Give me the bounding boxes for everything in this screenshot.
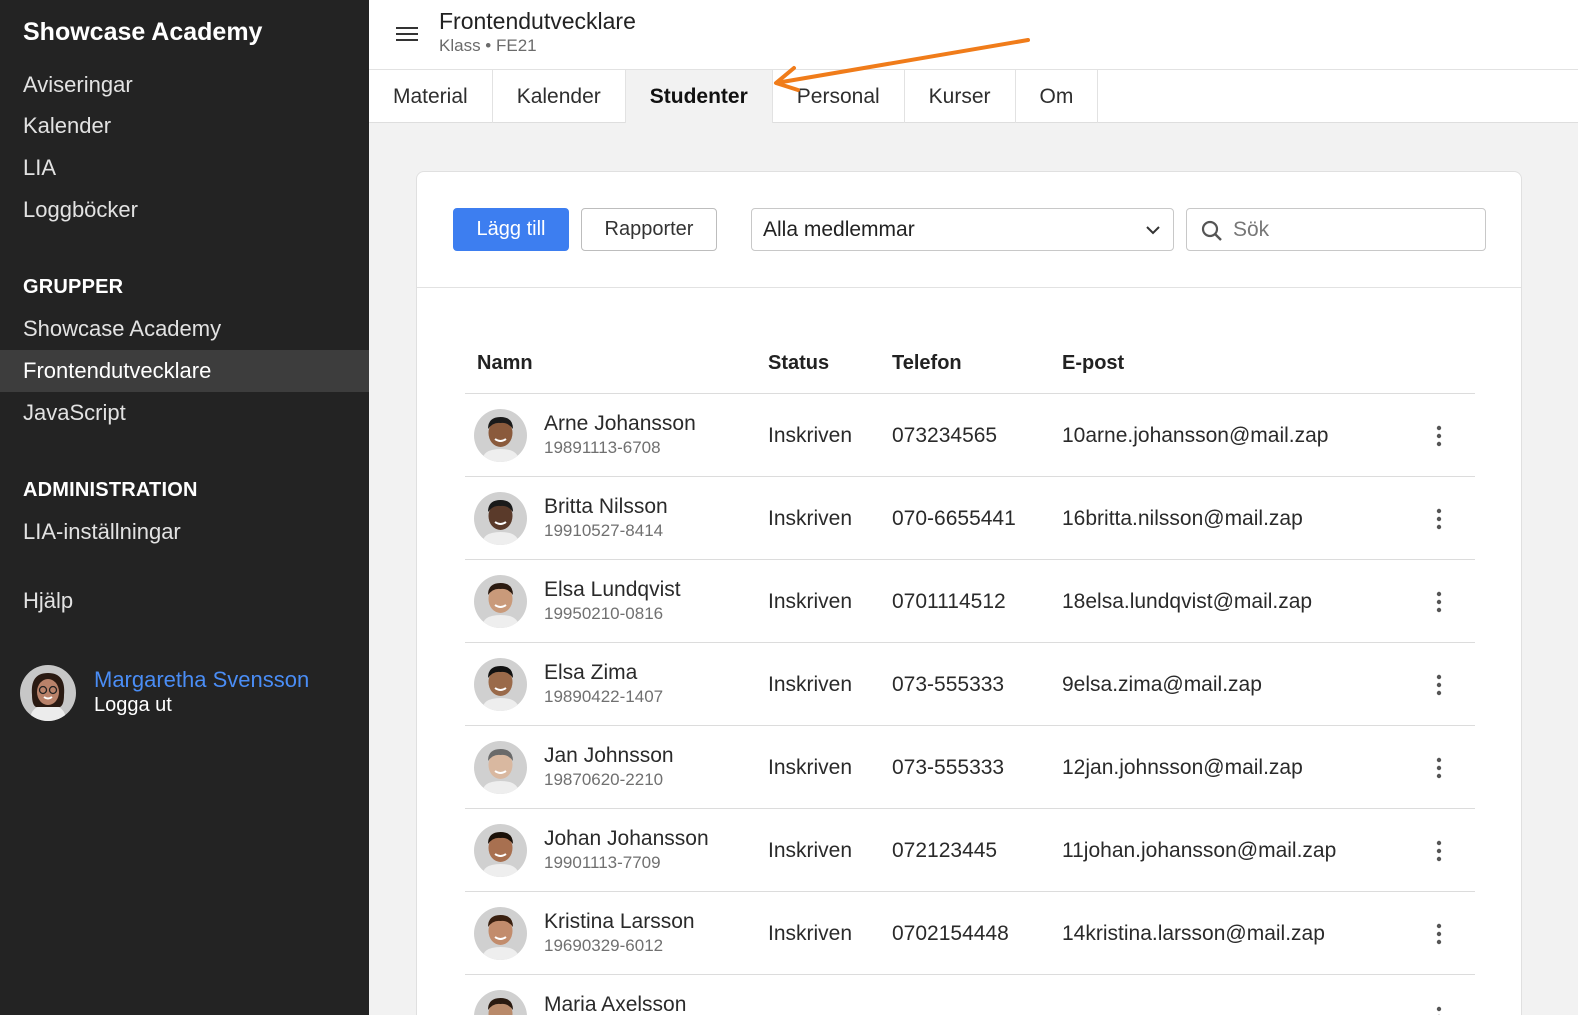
table-row[interactable]: Elsa Zima 19890422-1407 Inskriven 073-55533… [465,643,1475,726]
administration-heading: ADMINISTRATION [23,479,198,501]
student-phone: 0701114512 [892,590,1006,613]
sidebar-item-kalender[interactable]: Kalender [0,105,369,147]
menu-icon[interactable] [395,24,419,44]
breadcrumb: Klass • FE21 [439,36,537,55]
more-options-icon[interactable] [1429,424,1449,448]
table-row[interactable]: Maria Axelsson [465,975,1475,1015]
student-name[interactable]: Jan Johnsson [544,744,674,768]
logout-link[interactable]: Logga ut [94,694,172,717]
sidebar-item-lia[interactable]: LIA [0,147,369,189]
sidebar-item-help[interactable]: Hjälp [0,580,369,622]
search-input[interactable] [1233,210,1481,249]
student-personal-number: 19901113-7709 [544,853,661,872]
avatar[interactable] [474,658,527,711]
more-options-icon[interactable] [1429,673,1449,697]
tab-studenter[interactable]: Studenter [625,70,773,123]
student-email[interactable]: 11johan.johansson@mail.zap [1062,839,1336,863]
table-row[interactable]: Elsa Lundqvist 19950210-0816 Inskriven 0701… [465,560,1475,643]
student-phone: 0702154448 [892,922,1009,945]
student-phone: 072123445 [892,839,998,862]
tab-kalender[interactable]: Kalender [493,70,626,123]
sidebar-item-lia-installningar[interactable]: LIA-inställningar [0,511,369,553]
table-row[interactable]: Kristina Larsson 19690329-6012 Inskriven 07… [465,892,1475,975]
student-personal-number: 19950210-0816 [544,604,664,623]
student-personal-number: 19890422-1407 [544,687,664,706]
student-personal-number: 19910527-8414 [544,521,664,540]
student-email[interactable]: 12jan.johnsson@mail.zap [1062,756,1303,780]
student-status: Inskriven [768,922,853,945]
student-name[interactable]: Britta Nilsson [544,495,668,519]
table-row[interactable]: Arne Johansson 19891113-6708 Inskriven 0732… [465,394,1475,477]
student-status: Inskriven [768,507,853,530]
student-name[interactable]: Arne Johansson [544,412,696,436]
student-phone: 070-6655441 [892,507,1016,530]
reports-button[interactable]: Rapporter [581,208,717,251]
student-status: Inskriven [768,424,853,447]
student-status: Inskriven [768,756,853,779]
student-email[interactable]: 16britta.nilsson@mail.zap [1062,507,1303,531]
sidebar-item-showcase-academy[interactable]: Showcase Academy [0,308,369,350]
student-email[interactable]: 9elsa.zima@mail.zap [1062,673,1262,697]
sidebar-item-loggbocker[interactable]: Loggböcker [0,189,369,231]
student-status: Inskriven [768,590,853,613]
user-name-link[interactable]: Margaretha Svensson [94,667,309,693]
student-name[interactable]: Kristina Larsson [544,910,695,934]
student-phone: 073-555333 [892,673,1005,696]
table-row[interactable]: Jan Johnsson 19870620-2210 Inskriven 073-55… [465,726,1475,809]
add-button[interactable]: Lägg till [453,208,569,251]
student-phone: 073-555333 [892,756,1005,779]
student-personal-number: 19870620-2210 [544,770,664,789]
sidebar-item-frontendutvecklare[interactable]: Frontendutvecklare [0,350,369,392]
column-header-name[interactable]: Namn [477,352,533,375]
page-title: Frontendutvecklare [439,8,636,34]
student-name[interactable]: Elsa Lundqvist [544,578,681,602]
sidebar-item-javascript[interactable]: JavaScript [0,392,369,434]
avatar[interactable] [20,665,76,721]
avatar[interactable] [474,575,527,628]
students-card: Lägg till Rapporter Alla medlemmar Namn … [416,171,1522,1015]
groups-heading: GRUPPER [23,276,124,298]
avatar[interactable] [474,409,527,462]
more-options-icon[interactable] [1429,839,1449,863]
sidebar-item-aviseringar[interactable]: Aviseringar [0,64,369,106]
avatar[interactable] [474,741,527,794]
avatar[interactable] [474,824,527,877]
sidebar: Showcase Academy Aviseringar Kalender LI… [0,0,369,1015]
brand-title[interactable]: Showcase Academy [23,18,262,47]
more-options-icon[interactable] [1429,922,1449,946]
search-box [1186,208,1486,251]
student-email[interactable]: 14kristina.larsson@mail.zap [1062,922,1325,946]
member-filter-select[interactable]: Alla medlemmar [751,208,1174,251]
chevron-down-icon [1145,223,1161,235]
student-phone: 073234565 [892,424,998,447]
student-name[interactable]: Elsa Zima [544,661,637,685]
student-email[interactable]: 10arne.johansson@mail.zap [1062,424,1328,448]
more-options-icon[interactable] [1429,1005,1449,1015]
column-header-phone[interactable]: Telefon [892,352,962,375]
student-status: Inskriven [768,839,853,862]
toolbar: Lägg till Rapporter Alla medlemmar [417,172,1521,288]
search-icon [1201,220,1223,242]
student-personal-number: 19690329-6012 [544,936,664,955]
column-header-status[interactable]: Status [768,352,829,375]
student-email[interactable]: 18elsa.lundqvist@mail.zap [1062,590,1312,614]
student-name[interactable]: Maria Axelsson [544,993,686,1015]
column-header-email[interactable]: E-post [1062,352,1124,375]
student-status: Inskriven [768,673,853,696]
tab-material[interactable]: Material [369,70,493,123]
avatar[interactable] [474,907,527,960]
more-options-icon[interactable] [1429,756,1449,780]
student-personal-number: 19891113-6708 [544,438,661,457]
annotation-arrow [774,38,1030,92]
table-row[interactable]: Britta Nilsson 19910527-8414 Inskriven 070-… [465,477,1475,560]
more-options-icon[interactable] [1429,507,1449,531]
student-name[interactable]: Johan Johansson [544,827,709,851]
member-filter-value: Alla medlemmar [763,218,915,241]
table-row[interactable]: Johan Johansson 19901113-7709 Inskriven 072… [465,809,1475,892]
more-options-icon[interactable] [1429,590,1449,614]
avatar[interactable] [474,492,527,545]
avatar[interactable] [474,990,527,1015]
